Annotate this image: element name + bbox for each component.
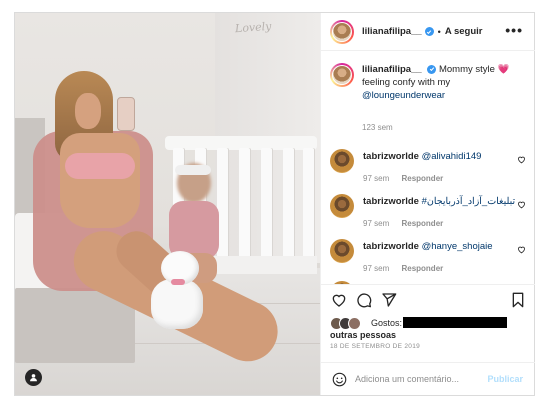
liker-avatars bbox=[330, 317, 366, 331]
comment-input[interactable] bbox=[355, 372, 485, 386]
phone-in-photo bbox=[117, 97, 135, 131]
post-side-panel: lilianafilipa__ • A seguir ••• lilianafi… bbox=[320, 13, 535, 395]
comment-time: 97 sem bbox=[363, 264, 390, 273]
comment-text: tabrizworlde #تبلیغات_آزاد_آذربایجان bbox=[363, 196, 515, 207]
share-icon[interactable] bbox=[381, 292, 397, 308]
likes-others-link[interactable]: outras pessoas bbox=[330, 330, 396, 340]
publish-button[interactable]: Publicar bbox=[487, 374, 523, 384]
caption-body: Mommy style bbox=[438, 64, 495, 75]
comment-hashtag-link[interactable]: #تبلیغات_آزاد_آذربایجان bbox=[422, 196, 516, 207]
heart-icon[interactable] bbox=[331, 292, 347, 308]
post-header: lilianafilipa__ • A seguir ••• bbox=[321, 13, 535, 51]
caption-avatar[interactable] bbox=[330, 63, 354, 87]
likes-summary[interactable]: Gostos: outras pessoas bbox=[330, 315, 530, 341]
caption-timestamp: 123 sem bbox=[362, 123, 393, 132]
comment-text: tabrizworlde @alivahidi149 bbox=[363, 151, 481, 162]
comment-mention-link[interactable]: @hanye_shojaie bbox=[422, 241, 493, 252]
comment-username[interactable]: tabrizworlde bbox=[363, 196, 419, 207]
comment-item: tabrizworlde @alivahidi149 97 sem Respon… bbox=[330, 149, 530, 194]
comment-avatar[interactable] bbox=[330, 149, 354, 173]
post-actions-bar bbox=[321, 284, 535, 314]
comment-meta: 97 sem Responder bbox=[363, 264, 453, 273]
reply-button[interactable]: Responder bbox=[401, 174, 443, 183]
emoji-icon[interactable] bbox=[332, 372, 347, 387]
likes-label: Gostos: bbox=[371, 318, 403, 328]
verified-icon bbox=[424, 27, 434, 36]
post-date: 18 DE SETEMBRO DE 2019 bbox=[330, 343, 421, 350]
user-tag-icon[interactable] bbox=[25, 369, 42, 386]
header-username[interactable]: lilianafilipa__ bbox=[362, 26, 422, 37]
save-icon[interactable] bbox=[511, 292, 525, 308]
comment-time: 97 sem bbox=[363, 174, 390, 183]
comment-mention-link[interactable]: @alivahidi149 bbox=[422, 151, 482, 162]
pink-heart-emoji: 💗 bbox=[497, 64, 510, 75]
caption-mention-link[interactable]: @loungeunderwear bbox=[362, 90, 445, 101]
comment-item: tabrizworlde @hanye_shojaie 97 sem Respo… bbox=[330, 239, 530, 284]
comment-like-icon[interactable] bbox=[517, 155, 526, 164]
comment-time: 97 sem bbox=[363, 219, 390, 228]
comment-meta: 97 sem Responder bbox=[363, 219, 453, 228]
reply-button[interactable]: Responder bbox=[401, 264, 443, 273]
caption-username[interactable]: lilianafilipa__ bbox=[362, 64, 422, 75]
add-comment-bar: Publicar bbox=[321, 362, 535, 395]
reply-button[interactable]: Responder bbox=[401, 219, 443, 228]
comment-username[interactable]: tabrizworlde bbox=[363, 241, 419, 252]
comment-item: tabrizworlde #تبلیغات_آزاد_آذربایجان 97 … bbox=[330, 194, 530, 239]
post-caption: lilianafilipa__ Mommy style 💗 feeling co… bbox=[330, 63, 530, 102]
comment-avatar[interactable] bbox=[330, 239, 354, 263]
wall-lettering: Lovely bbox=[234, 19, 272, 36]
verified-icon bbox=[427, 64, 437, 74]
post-photo[interactable]: Lovely bbox=[15, 13, 320, 395]
caption-body-line2: feeling confy with my bbox=[362, 77, 451, 88]
comment-meta: 97 sem Responder bbox=[363, 174, 453, 183]
comment-icon[interactable] bbox=[356, 292, 372, 308]
comment-text: tabrizworlde @hanye_shojaie bbox=[363, 241, 493, 252]
comment-avatar[interactable] bbox=[330, 194, 354, 218]
post-card: Lovely lilianafilipa__ • A seguir ••• li… bbox=[14, 12, 535, 396]
caption-text: lilianafilipa__ Mommy style 💗 feeling co… bbox=[362, 63, 509, 102]
following-button[interactable]: A seguir bbox=[445, 26, 483, 37]
redacted-username bbox=[403, 317, 507, 328]
photo-plush-toy bbox=[147, 251, 207, 331]
comment-like-icon[interactable] bbox=[517, 200, 526, 209]
avatar[interactable] bbox=[330, 19, 354, 44]
comment-like-icon[interactable] bbox=[517, 245, 526, 254]
comment-username[interactable]: tabrizworlde bbox=[363, 151, 419, 162]
comments-list[interactable]: tabrizworlde @alivahidi149 97 sem Respon… bbox=[330, 135, 530, 285]
separator-dot: • bbox=[437, 26, 441, 37]
more-icon[interactable]: ••• bbox=[505, 23, 523, 37]
